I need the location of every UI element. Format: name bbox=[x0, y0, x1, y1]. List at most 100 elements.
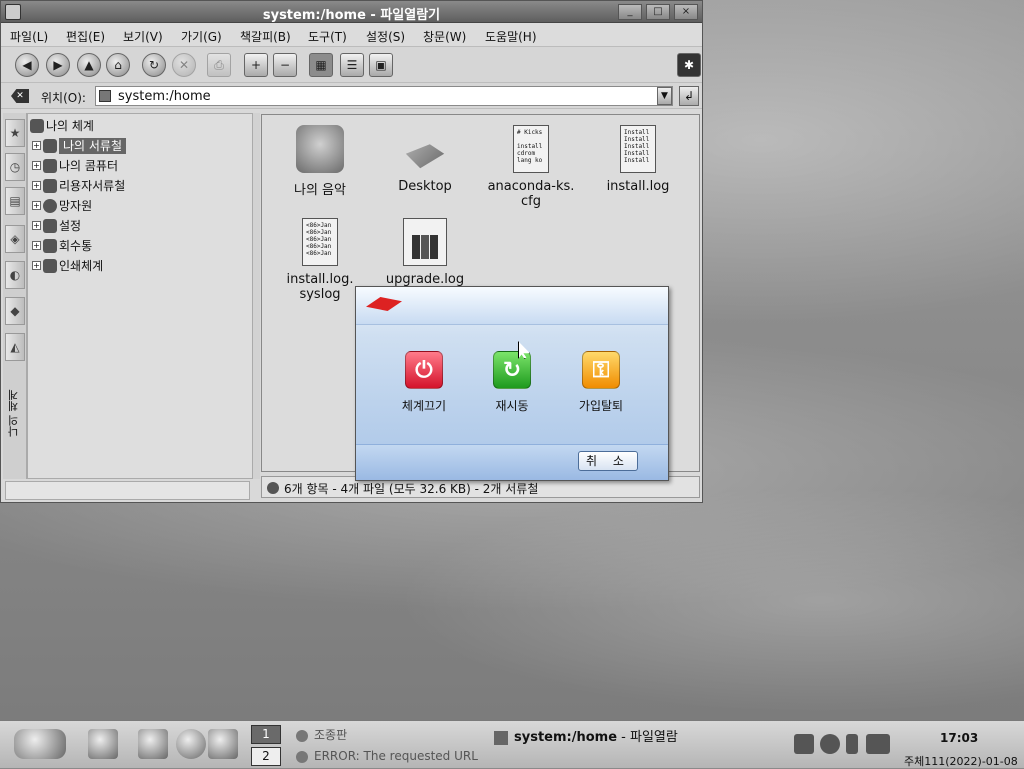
power-icon[interactable]: ⏻ bbox=[405, 351, 443, 389]
home-tab-icon[interactable]: ▤ bbox=[5, 187, 25, 215]
menu-help[interactable]: 도움말(H) bbox=[485, 28, 537, 45]
pane-splitter[interactable] bbox=[253, 113, 260, 479]
menu-settings[interactable]: 설정(S) bbox=[366, 28, 405, 45]
maximize-button[interactable]: □ bbox=[646, 4, 670, 20]
restart-button[interactable]: ↻ 재시동 bbox=[472, 351, 552, 414]
file-item[interactable]: <86>Jan <86>Jan <86>Jan <86>Jan <86>Jan … bbox=[275, 218, 365, 302]
clear-location-icon[interactable]: ✕ bbox=[11, 89, 29, 103]
tree-root[interactable]: 나의 체계 bbox=[30, 117, 94, 135]
folder-icon bbox=[43, 138, 57, 153]
expand-icon[interactable]: + bbox=[32, 221, 41, 230]
web-browser-icon[interactable] bbox=[176, 729, 206, 759]
expand-icon[interactable]: + bbox=[32, 261, 41, 270]
desktop-pager-2[interactable]: 2 bbox=[251, 747, 281, 766]
title-bar[interactable]: system:/home - 파일열람기 _ □ × bbox=[1, 1, 702, 23]
stop-icon[interactable]: ✕ bbox=[172, 53, 196, 77]
sidebar-tab-my-system[interactable]: 나의 체계 bbox=[6, 363, 24, 463]
location-input[interactable]: system:/home bbox=[95, 86, 673, 106]
expand-icon[interactable]: + bbox=[32, 161, 41, 170]
browser-icon bbox=[296, 750, 308, 763]
file-name: upgrade.log bbox=[385, 272, 465, 287]
tree-item-user-folders[interactable]: + 리용자서류철 bbox=[32, 177, 125, 195]
up-arrow-icon[interactable]: ▲ bbox=[77, 53, 101, 77]
tree-footer bbox=[5, 481, 250, 500]
network-tab-icon[interactable]: ◈ bbox=[5, 225, 25, 253]
computer-icon bbox=[30, 118, 44, 133]
shutdown-button[interactable]: ⏻ 체계끄기 bbox=[384, 351, 464, 414]
music-folder-icon bbox=[296, 125, 344, 173]
folder-icon bbox=[494, 730, 508, 745]
date: 주체111(2022)-01-08 bbox=[904, 755, 1018, 768]
task-browser-error[interactable]: ERROR: The requested URL bbox=[296, 749, 492, 769]
expand-icon[interactable]: + bbox=[32, 201, 41, 210]
globe-icon bbox=[43, 198, 57, 213]
list-view-icon[interactable]: ☰ bbox=[340, 53, 364, 77]
tree-item-trash[interactable]: + 회수통 bbox=[32, 237, 92, 255]
location-dropdown-button[interactable]: ▼ bbox=[657, 87, 672, 105]
history-tab-icon[interactable]: ◷ bbox=[5, 153, 25, 181]
tree-item-my-documents[interactable]: + 나의 서류철 bbox=[32, 137, 127, 155]
volume-muted-icon[interactable] bbox=[820, 734, 840, 754]
print-icon[interactable]: ⎙ bbox=[207, 53, 231, 77]
tree-item-printers[interactable]: + 인쇄체계 bbox=[32, 257, 103, 275]
expand-icon[interactable]: + bbox=[32, 181, 41, 190]
desktop-pager-1[interactable]: 1 bbox=[251, 725, 281, 744]
menu-bookmarks[interactable]: 책갈피(B) bbox=[240, 28, 291, 45]
expand-icon[interactable]: + bbox=[32, 141, 41, 150]
bookmarks-tab-icon[interactable]: ★ bbox=[5, 119, 25, 147]
minimize-button[interactable]: _ bbox=[618, 4, 642, 20]
file-item[interactable]: Install Install Install Install Install … bbox=[593, 125, 683, 194]
services-tab-icon[interactable]: ◐ bbox=[5, 261, 25, 289]
file-name: anaconda-ks. cfg bbox=[487, 179, 575, 209]
start-menu-icon[interactable] bbox=[14, 729, 66, 759]
menu-window[interactable]: 창문(W) bbox=[423, 28, 466, 45]
menu-tools[interactable]: 도구(T) bbox=[308, 28, 347, 45]
home-icon[interactable]: ⌂ bbox=[106, 53, 130, 77]
close-button[interactable]: × bbox=[674, 4, 698, 20]
tree-item-my-computer[interactable]: + 나의 콤퓨터 bbox=[32, 157, 118, 175]
zoom-out-icon[interactable]: − bbox=[273, 53, 297, 77]
network-status-icon[interactable] bbox=[794, 734, 814, 754]
trash-icon bbox=[43, 238, 57, 253]
office-icon[interactable] bbox=[208, 729, 238, 759]
key-icon[interactable]: ⚿ bbox=[582, 351, 620, 389]
menu-go[interactable]: 가기(G) bbox=[181, 28, 222, 45]
file-name: Desktop bbox=[398, 179, 452, 194]
tree-item-network[interactable]: + 망자원 bbox=[32, 197, 92, 215]
desktop-folder-icon bbox=[405, 144, 445, 169]
shutdown-label: 체계끄기 bbox=[401, 399, 447, 413]
menu-edit[interactable]: 편집(E) bbox=[66, 28, 105, 45]
dialog-header bbox=[356, 287, 668, 325]
icon-view-icon[interactable]: ▦ bbox=[309, 53, 333, 77]
file-item[interactable]: # Kicks install cdrom lang ko anaconda-k… bbox=[486, 125, 576, 209]
zoom-in-icon[interactable]: + bbox=[244, 53, 268, 77]
preview-view-icon[interactable]: ▣ bbox=[369, 53, 393, 77]
status-icon bbox=[267, 482, 279, 494]
file-manager-icon[interactable] bbox=[138, 729, 168, 759]
menu-file[interactable]: 파일(L) bbox=[10, 28, 48, 45]
clock[interactable]: 17:03 bbox=[940, 731, 978, 745]
flag-icon[interactable] bbox=[866, 734, 890, 754]
file-name: install.log. syslog bbox=[286, 272, 354, 302]
text-file-icon: <86>Jan <86>Jan <86>Jan <86>Jan <86>Jan bbox=[302, 218, 338, 266]
file-item[interactable]: 나의 음악 bbox=[275, 125, 365, 198]
file-item[interactable]: Desktop bbox=[380, 125, 470, 194]
file-item[interactable]: upgrade.log bbox=[380, 218, 470, 287]
reload-icon[interactable]: ↻ bbox=[142, 53, 166, 77]
back-arrow-icon[interactable]: ◀ bbox=[15, 53, 39, 77]
task-control-panel[interactable]: 조종판 bbox=[296, 726, 492, 746]
tree-item-settings[interactable]: + 설정 bbox=[32, 217, 81, 235]
expand-icon[interactable]: + bbox=[32, 241, 41, 250]
cancel-button[interactable]: 취 소 bbox=[578, 451, 638, 471]
root-tab-icon[interactable]: ◆ bbox=[5, 297, 25, 325]
user-folder-icon bbox=[43, 178, 57, 193]
task-file-manager[interactable]: system:/home - 파일열람 bbox=[494, 726, 694, 746]
go-button[interactable]: ↲ bbox=[679, 86, 699, 106]
folder-tree: 나의 체계 + 나의 서류철 + 나의 콤퓨터 + 리용자서류철 + 망자원 + 설정 +… bbox=[27, 113, 253, 479]
media-tab-icon[interactable]: ◭ bbox=[5, 333, 25, 361]
lock-icon[interactable] bbox=[846, 734, 858, 754]
menu-view[interactable]: 보기(V) bbox=[123, 28, 163, 45]
forward-arrow-icon[interactable]: ▶ bbox=[46, 53, 70, 77]
desktop-icon[interactable] bbox=[88, 729, 118, 759]
logout-button[interactable]: ⚿ 가입탈퇴 bbox=[561, 351, 641, 414]
